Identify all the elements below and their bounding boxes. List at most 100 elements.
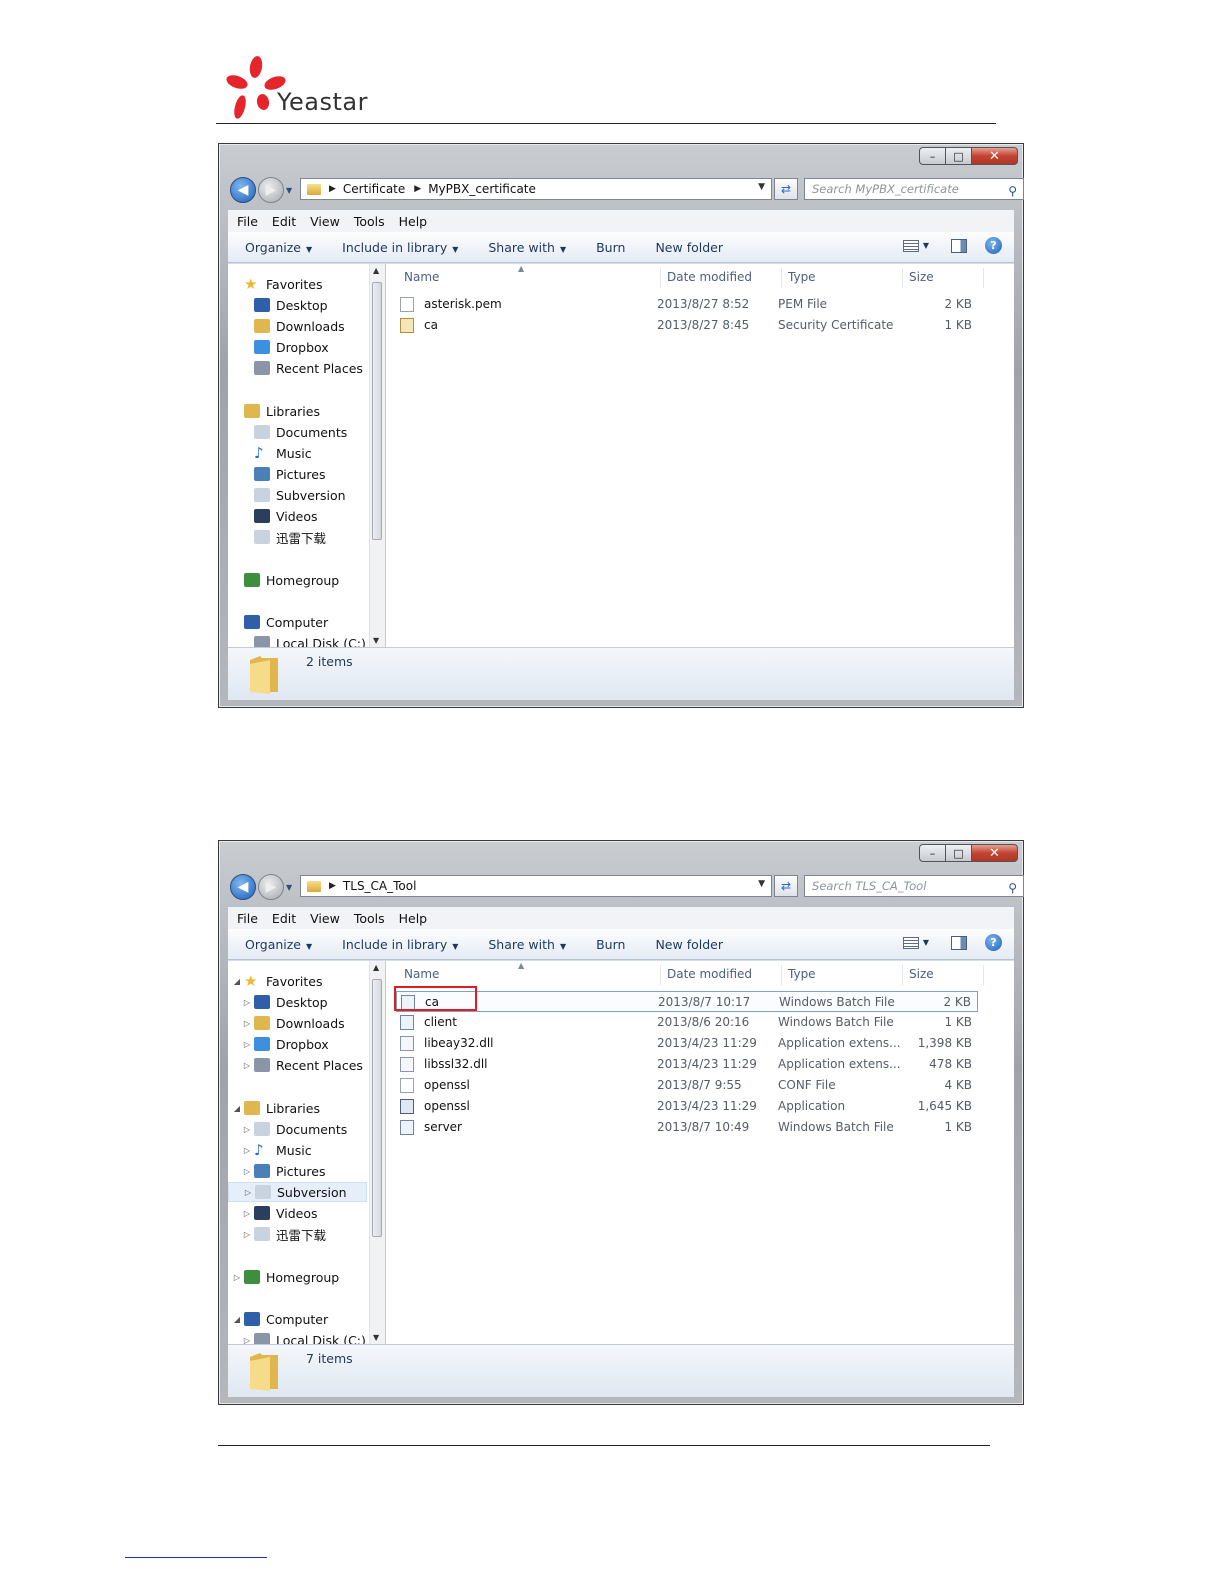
column-separator[interactable] (660, 268, 661, 288)
nav-item-subversion[interactable]: ▷ Subversion (228, 1182, 367, 1202)
expanded-triangle-icon[interactable]: ◢ (233, 1315, 241, 1324)
chevron-down-icon[interactable]: ▼ (923, 241, 929, 250)
back-button[interactable]: ◀ (230, 177, 256, 203)
column-header-size[interactable]: Size (909, 961, 934, 987)
menu-file[interactable]: File (237, 911, 258, 926)
file-row[interactable]: client 2013/8/6 20:16 Windows Batch File 1 … (396, 1012, 978, 1033)
minimize-button[interactable]: – (919, 147, 946, 165)
organize-button[interactable]: Organize ▼ (245, 240, 312, 255)
nav-item-[interactable]: 迅雷下载 (228, 527, 367, 547)
view-options-icon[interactable] (902, 239, 919, 252)
minimize-button[interactable]: – (919, 844, 946, 862)
scroll-down-icon[interactable]: ▼ (373, 1333, 379, 1342)
navigation-scrollbar[interactable]: ▲ ▼ (369, 961, 385, 1344)
column-header-date[interactable]: Date modified (667, 961, 752, 987)
search-input[interactable]: Search MyPBX_certificate ⚲ (804, 178, 1024, 200)
chevron-down-icon[interactable]: ▼ (758, 879, 765, 889)
nav-item-local-disk-c[interactable]: Local Disk (C:) (228, 633, 367, 647)
help-icon[interactable]: ? (985, 934, 1002, 951)
recent-pages-dropdown[interactable]: ▼ (286, 883, 292, 892)
file-row[interactable]: ca 2013/8/7 10:17 Windows Batch File 2 KB (396, 991, 978, 1012)
menu-tools[interactable]: Tools (354, 911, 385, 926)
collapsed-triangle-icon[interactable]: ▷ (243, 1230, 251, 1239)
collapsed-triangle-icon[interactable]: ▷ (244, 1188, 252, 1197)
preview-pane-icon[interactable] (951, 238, 967, 253)
nav-item-pictures[interactable]: Pictures (228, 464, 367, 484)
preview-pane-icon[interactable] (951, 935, 967, 950)
nav-item-computer[interactable]: Computer (228, 612, 367, 632)
file-row[interactable]: libeay32.dll 2013/4/23 11:29 Application e… (396, 1033, 978, 1054)
nav-item-recent-places[interactable]: ▷ Recent Places (228, 1055, 367, 1075)
collapsed-triangle-icon[interactable]: ▷ (243, 1167, 251, 1176)
chevron-down-icon[interactable]: ▼ (758, 182, 765, 192)
nav-item-music[interactable]: ▷ ♪ Music (228, 1140, 367, 1160)
collapsed-triangle-icon[interactable]: ▷ (233, 1273, 241, 1282)
file-row[interactable]: openssl 2013/8/7 9:55 CONF File 4 KB (396, 1075, 978, 1096)
column-separator[interactable] (781, 268, 782, 288)
nav-item-favorites[interactable]: ★ Favorites (228, 274, 367, 294)
address-bar[interactable]: ▶ TLS_CA_Tool ▼ (300, 875, 772, 897)
menu-tools[interactable]: Tools (354, 214, 385, 229)
nav-item-subversion[interactable]: Subversion (228, 485, 367, 505)
breadcrumb-item[interactable]: Certificate (343, 182, 405, 196)
forward-button[interactable]: ▶ (258, 874, 284, 900)
file-row[interactable]: server 2013/8/7 10:49 Windows Batch File 1 … (396, 1117, 978, 1138)
collapsed-triangle-icon[interactable]: ▷ (243, 1146, 251, 1155)
column-header-name[interactable]: Name (404, 961, 439, 987)
include-in-library-button[interactable]: Include in library ▼ (342, 240, 458, 255)
column-header-size[interactable]: Size (909, 264, 934, 290)
menu-edit[interactable]: Edit (272, 214, 296, 229)
column-separator[interactable] (902, 268, 903, 288)
burn-button[interactable]: Burn (596, 937, 625, 952)
nav-item-favorites[interactable]: ◢ ★ Favorites (228, 971, 367, 991)
maximize-button[interactable]: □ (945, 147, 972, 165)
scrollbar-thumb[interactable] (372, 979, 382, 1237)
menu-help[interactable]: Help (399, 214, 428, 229)
nav-item-music[interactable]: ♪ Music (228, 443, 367, 463)
nav-item-downloads[interactable]: Downloads (228, 316, 367, 336)
close-button[interactable]: ✕ (971, 844, 1018, 862)
scroll-up-icon[interactable]: ▲ (373, 963, 379, 972)
column-separator[interactable] (902, 965, 903, 985)
help-icon[interactable]: ? (985, 237, 1002, 254)
nav-item-libraries[interactable]: Libraries (228, 401, 367, 421)
new-folder-button[interactable]: New folder (655, 240, 723, 255)
maximize-button[interactable]: □ (945, 844, 972, 862)
nav-item-homegroup[interactable]: ▷ Homegroup (228, 1267, 367, 1287)
nav-item-recent-places[interactable]: Recent Places (228, 358, 367, 378)
nav-item-computer[interactable]: ◢ Computer (228, 1309, 367, 1329)
menu-edit[interactable]: Edit (272, 911, 296, 926)
column-header-date[interactable]: Date modified (667, 264, 752, 290)
scroll-down-icon[interactable]: ▼ (373, 636, 379, 645)
collapsed-triangle-icon[interactable]: ▷ (243, 998, 251, 1007)
forward-button[interactable]: ▶ (258, 177, 284, 203)
menu-view[interactable]: View (310, 911, 340, 926)
file-row[interactable]: ca 2013/8/27 8:45 Security Certificate 1 KB (396, 315, 978, 336)
scrollbar-thumb[interactable] (372, 282, 382, 540)
view-options-icon[interactable] (902, 936, 919, 949)
new-folder-button[interactable]: New folder (655, 937, 723, 952)
nav-item-desktop[interactable]: ▷ Desktop (228, 992, 367, 1012)
include-in-library-button[interactable]: Include in library ▼ (342, 937, 458, 952)
file-row[interactable]: libssl32.dll 2013/4/23 11:29 Application e… (396, 1054, 978, 1075)
menu-view[interactable]: View (310, 214, 340, 229)
back-button[interactable]: ◀ (230, 874, 256, 900)
column-separator[interactable] (983, 268, 984, 288)
nav-item-libraries[interactable]: ◢ Libraries (228, 1098, 367, 1118)
nav-item-local-disk-c[interactable]: ▷ Local Disk (C:) (228, 1330, 367, 1344)
collapsed-triangle-icon[interactable]: ▷ (243, 1019, 251, 1028)
menu-file[interactable]: File (237, 214, 258, 229)
refresh-button[interactable]: ⇄ (774, 875, 798, 897)
close-button[interactable]: ✕ (971, 147, 1018, 165)
collapsed-triangle-icon[interactable]: ▷ (243, 1336, 251, 1345)
chevron-down-icon[interactable]: ▼ (923, 938, 929, 947)
share-with-button[interactable]: Share with ▼ (488, 240, 566, 255)
column-separator[interactable] (781, 965, 782, 985)
navigation-scrollbar[interactable]: ▲ ▼ (369, 264, 385, 647)
column-separator[interactable] (660, 965, 661, 985)
search-input[interactable]: Search TLS_CA_Tool ⚲ (804, 875, 1024, 897)
breadcrumb-item[interactable]: TLS_CA_Tool (343, 879, 417, 893)
nav-item-desktop[interactable]: Desktop (228, 295, 367, 315)
nav-item-documents[interactable]: ▷ Documents (228, 1119, 367, 1139)
address-bar[interactable]: ▶ Certificate ▶ MyPBX_certificate ▼ (300, 178, 772, 200)
